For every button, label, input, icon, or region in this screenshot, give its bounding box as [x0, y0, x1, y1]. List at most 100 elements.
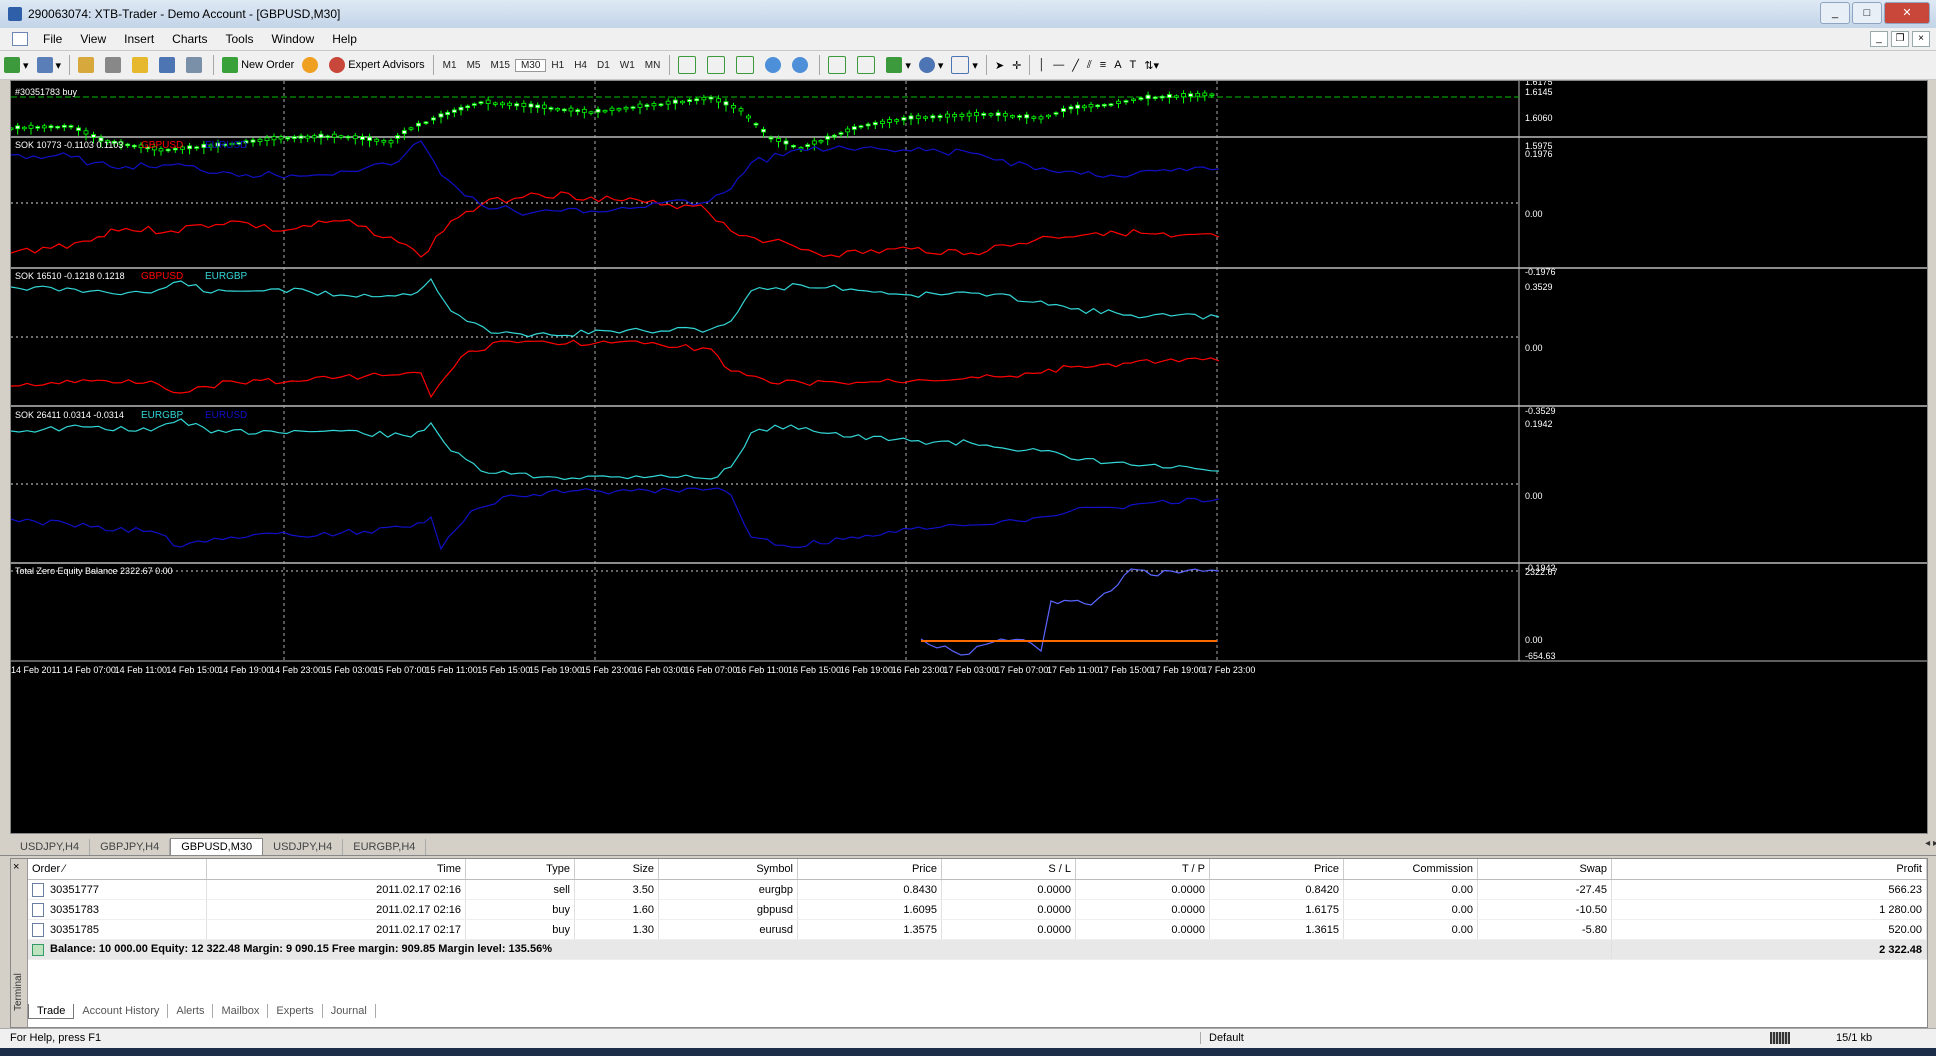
- col-price[interactable]: Price: [797, 859, 942, 880]
- metaeditor-button[interactable]: [298, 54, 325, 76]
- chart-tab-usdjpy-h4[interactable]: USDJPY,H4: [10, 839, 91, 855]
- time-axis-label: 17 Feb 23:00: [1202, 665, 1255, 675]
- vertical-line-button[interactable]: │: [1034, 54, 1049, 76]
- menu-charts[interactable]: Charts: [163, 32, 216, 46]
- time-axis-label: 15 Feb 15:00: [477, 665, 530, 675]
- time-axis-label: 15 Feb 07:00: [374, 665, 427, 675]
- indicator-symbol-1a: GBPUSD: [141, 140, 183, 151]
- tab-account-history[interactable]: Account History: [74, 1004, 169, 1018]
- status-profile[interactable]: Default: [1200, 1032, 1509, 1044]
- mdi-minimize-icon[interactable]: _: [1870, 31, 1888, 47]
- new-chart-button[interactable]: ▾: [0, 54, 33, 76]
- minimize-icon[interactable]: _: [1820, 2, 1850, 24]
- menu-help[interactable]: Help: [323, 32, 366, 46]
- periods-button[interactable]: ▾: [915, 54, 948, 76]
- col-tp[interactable]: T / P: [1075, 859, 1210, 880]
- tab-trade[interactable]: Trade: [28, 1003, 75, 1019]
- indicator-symbol-3b: EURUSD: [205, 410, 247, 421]
- fibonacci-button[interactable]: ≡: [1096, 54, 1110, 76]
- line-chart-button[interactable]: [732, 54, 761, 76]
- col-time[interactable]: Time: [206, 859, 466, 880]
- col-commission[interactable]: Commission: [1343, 859, 1478, 880]
- fibonacci-icon: ≡: [1099, 59, 1107, 71]
- table-row[interactable]: 30351777 2011.02.17 02:16 sell 3.50 eurgbp…: [28, 879, 1927, 900]
- templates-icon: [951, 56, 970, 74]
- timeframe-h1[interactable]: H1: [546, 60, 569, 71]
- col-sl[interactable]: S / L: [941, 859, 1076, 880]
- menu-file[interactable]: File: [34, 32, 71, 46]
- timeframe-m30[interactable]: M30: [514, 58, 547, 72]
- timeframe-m5[interactable]: M5: [462, 60, 486, 71]
- zoom-in-icon: [765, 57, 782, 73]
- timeframe-m1[interactable]: M1: [438, 60, 462, 71]
- col-swap[interactable]: Swap: [1477, 859, 1612, 880]
- chart-tab-gbpusd-m30[interactable]: GBPUSD,M30: [170, 838, 264, 855]
- chart-shift-button[interactable]: [853, 54, 882, 76]
- data-window-button[interactable]: [128, 54, 155, 76]
- chart-tab-gbpjpy-h4[interactable]: GBPJPY,H4: [90, 839, 171, 855]
- table-row[interactable]: 30351783 2011.02.17 02:16 buy 1.60 gbpusd 1…: [28, 899, 1927, 920]
- timeframe-h4[interactable]: H4: [569, 60, 592, 71]
- chart-canvas[interactable]: #30351783 buy SOK 10773 -0.1103 0.1103 GBP…: [11, 81, 1927, 833]
- profiles-button[interactable]: ▾: [33, 54, 66, 76]
- text-label-button[interactable]: T: [1126, 54, 1141, 76]
- timeframe-mn[interactable]: MN: [640, 60, 666, 71]
- arrows-button[interactable]: ⇅▾: [1140, 54, 1163, 76]
- indicators-button[interactable]: ▾: [882, 54, 915, 76]
- close-icon[interactable]: ✕: [1884, 2, 1930, 24]
- menu-window[interactable]: Window: [263, 32, 324, 46]
- table-row[interactable]: 30351785 2011.02.17 02:17 buy 1.30 eurusd 1…: [28, 919, 1927, 940]
- chart-tab-eurgbp-h4[interactable]: EURGBP,H4: [343, 839, 427, 855]
- terminal-close-icon[interactable]: ×: [13, 861, 19, 873]
- maximize-icon[interactable]: □: [1852, 2, 1882, 24]
- col-size[interactable]: Size: [574, 859, 659, 880]
- window-title: 290063074: XTB-Trader - Demo Account - […: [28, 7, 341, 21]
- zoom-in-button[interactable]: [761, 54, 788, 76]
- col-order[interactable]: Order ⁄: [28, 859, 207, 880]
- expert-advisors-button[interactable]: Expert Advisors: [325, 54, 428, 76]
- tab-experts[interactable]: Experts: [268, 1004, 323, 1018]
- mdi-restore-icon[interactable]: ❐: [1891, 31, 1909, 47]
- navigator-icon: [105, 57, 122, 73]
- new-order-button[interactable]: New Order: [218, 54, 298, 76]
- market-watch-button[interactable]: [74, 54, 101, 76]
- terminal-button[interactable]: [155, 54, 182, 76]
- menu-insert[interactable]: Insert: [115, 32, 163, 46]
- trendline-button[interactable]: ╱: [1068, 54, 1083, 76]
- tab-alerts[interactable]: Alerts: [168, 1004, 214, 1018]
- indicator-scale-3-1: 0.00: [1525, 635, 1543, 645]
- menu-view[interactable]: View: [71, 32, 115, 46]
- timeframe-w1[interactable]: W1: [615, 60, 640, 71]
- series-eurgbp-2: [11, 277, 1220, 338]
- mdi-close-icon[interactable]: ×: [1912, 31, 1930, 47]
- auto-scroll-icon: [828, 56, 847, 74]
- tester-button[interactable]: [182, 54, 209, 76]
- channel-button[interactable]: ⫽: [1083, 54, 1096, 76]
- col-symbol[interactable]: Symbol: [658, 859, 798, 880]
- indicators-icon: [886, 57, 903, 73]
- col-price-current[interactable]: Price: [1209, 859, 1344, 880]
- horizontal-line-button[interactable]: —: [1049, 54, 1068, 76]
- col-profit[interactable]: Profit: [1611, 859, 1927, 880]
- price-scale-2: 1.6060: [1525, 113, 1553, 123]
- tab-journal[interactable]: Journal: [323, 1004, 376, 1018]
- text-button[interactable]: A: [1110, 54, 1125, 76]
- auto-scroll-button[interactable]: [824, 54, 853, 76]
- chart-tab-usdjpy-h4-2[interactable]: USDJPY,H4: [263, 839, 344, 855]
- cursor-button[interactable]: ➤: [991, 54, 1008, 76]
- menu-tools[interactable]: Tools: [217, 32, 263, 46]
- chart-window[interactable]: #30351783 buy SOK 10773 -0.1103 0.1103 GBP…: [10, 80, 1928, 834]
- chart-tab-scroll[interactable]: ◂ ▸: [1925, 838, 1936, 849]
- templates-button[interactable]: ▾: [947, 54, 982, 76]
- bar-chart-button[interactable]: [674, 54, 703, 76]
- crosshair-button[interactable]: ✛: [1008, 54, 1025, 76]
- timeframe-d1[interactable]: D1: [592, 60, 615, 71]
- order-icon: [32, 882, 44, 897]
- timeframe-m15[interactable]: M15: [485, 60, 514, 71]
- col-type[interactable]: Type: [465, 859, 575, 880]
- candle-chart-button[interactable]: [703, 54, 732, 76]
- tab-mailbox[interactable]: Mailbox: [213, 1004, 269, 1018]
- navigator-button[interactable]: [101, 54, 128, 76]
- chart-shift-icon: [857, 56, 876, 74]
- zoom-out-button[interactable]: [788, 54, 815, 76]
